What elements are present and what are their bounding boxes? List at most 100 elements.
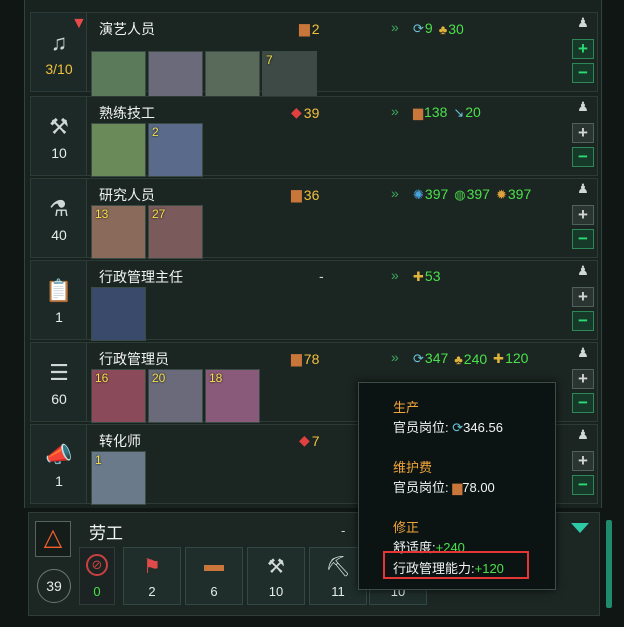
stratum-warning-icon[interactable]: △ bbox=[35, 521, 71, 557]
job-count: 40 bbox=[51, 227, 67, 243]
produces-arrow-icon: » bbox=[391, 185, 399, 201]
unity-icon: ⟳ bbox=[413, 351, 424, 366]
job-upkeep: - bbox=[319, 268, 324, 284]
amenity-icon: ♣ bbox=[438, 21, 448, 37]
highlight-box bbox=[383, 551, 529, 579]
music-icon: ♫ bbox=[50, 30, 68, 55]
job-row-researcher: ⚗ 40 研究人员 ▆ 36 » ✺397 ◍397 ✹397 13 27 ♟ … bbox=[30, 178, 598, 261]
job-upkeep: ▆ 36 bbox=[291, 186, 320, 203]
admin-capacity-icon: ✚ bbox=[413, 269, 424, 284]
pop-portrait[interactable]: 27 bbox=[148, 205, 203, 259]
pop-icon: ♟ bbox=[577, 15, 589, 30]
trade-icon: ↘ bbox=[453, 105, 465, 120]
scrollbar[interactable] bbox=[606, 520, 612, 608]
job-upkeep: ◆ 39 bbox=[291, 104, 320, 121]
pop-portrait[interactable]: 1 bbox=[91, 451, 146, 505]
add-job-button[interactable]: + bbox=[572, 205, 594, 225]
microscope-icon: ⚗ bbox=[49, 196, 69, 221]
admin-capacity-icon: ✚ bbox=[493, 351, 505, 366]
flag-icon: ⚑ bbox=[143, 556, 161, 578]
pop-portraits: 2 bbox=[91, 123, 203, 179]
consumer-goods-icon: ▆ bbox=[413, 105, 423, 120]
unemployed-slot[interactable]: ⊘ 0 bbox=[79, 547, 115, 605]
job-tooltip: 生产 官员岗位: ⟳346.56 维护费 官员岗位: ▆78.00 修正 舒适度… bbox=[358, 382, 556, 590]
job-upkeep: ▆ 2 bbox=[299, 20, 320, 37]
job-slot[interactable]: ⚒ 10 bbox=[247, 547, 305, 605]
produces-arrow-icon: » bbox=[391, 349, 399, 365]
pop-icon: ♟ bbox=[577, 263, 589, 278]
arrow-down-alert-icon: ▼ bbox=[71, 15, 87, 32]
add-job-button[interactable]: + bbox=[572, 287, 594, 307]
job-upkeep: ▆ 78 bbox=[291, 350, 320, 367]
job-outputs: ▆138 ↘20 bbox=[413, 104, 481, 120]
add-job-button[interactable]: + bbox=[572, 451, 594, 471]
pop-icon: ♟ bbox=[577, 181, 589, 196]
pop-portrait[interactable]: 16 bbox=[91, 369, 146, 423]
job-slot[interactable]: ⚑ 2 bbox=[123, 547, 181, 605]
clipboard-icon: 📋 bbox=[45, 278, 73, 303]
paper-stack-icon: ☰ bbox=[49, 360, 69, 385]
pop-count-badge: 39 bbox=[37, 569, 71, 603]
minerals-icon: ◆ bbox=[299, 432, 310, 448]
job-title: 行政管理员 bbox=[99, 351, 169, 367]
tooltip-production-line: 官员岗位: ⟳346.56 bbox=[393, 420, 503, 435]
remove-job-button[interactable]: − bbox=[572, 63, 594, 83]
minerals-icon: ◆ bbox=[291, 104, 302, 120]
remove-job-button[interactable]: − bbox=[572, 311, 594, 331]
unity-icon: ⟳ bbox=[452, 420, 464, 435]
pop-portraits: 1 bbox=[91, 451, 146, 507]
anvil-icon: ⚒ bbox=[49, 114, 69, 139]
pop-portrait[interactable] bbox=[91, 287, 146, 341]
remove-job-button[interactable]: − bbox=[572, 147, 594, 167]
desk-icon: ▬ bbox=[204, 554, 224, 576]
job-outputs: ✚53 bbox=[413, 268, 441, 284]
pop-portrait[interactable]: 13 bbox=[91, 205, 146, 259]
job-title: 熟练技工 bbox=[99, 105, 155, 121]
physics-icon: ✺ bbox=[413, 187, 424, 202]
pop-portraits: 16 20 18 bbox=[91, 369, 260, 425]
unemployed-icon: ⊘ bbox=[86, 554, 108, 576]
job-count: 1 bbox=[55, 309, 63, 325]
job-title: 行政管理主任 bbox=[99, 269, 183, 285]
consumer-goods-icon: ▆ bbox=[452, 480, 463, 495]
job-outputs: ⟳9 ♣30 bbox=[413, 20, 464, 37]
pop-portrait[interactable]: 2 bbox=[148, 123, 203, 177]
job-row-chief-administrator: 📋 1 行政管理主任 - » ✚53 ♟ + − bbox=[30, 260, 598, 343]
amenity-icon: ♣ bbox=[454, 351, 463, 367]
pop-portraits: 13 27 bbox=[91, 205, 203, 261]
remove-job-button[interactable]: − bbox=[572, 393, 594, 413]
job-row-artisan: ⚒ 10 熟练技工 ◆ 39 » ▆138 ↘20 2 ♟ + − bbox=[30, 96, 598, 179]
job-outputs: ✺397 ◍397 ✹397 bbox=[413, 186, 532, 202]
job-count: 60 bbox=[51, 391, 67, 407]
pop-portrait[interactable]: 20 bbox=[148, 369, 203, 423]
produces-arrow-icon: » bbox=[391, 267, 399, 283]
remove-job-button[interactable]: − bbox=[572, 229, 594, 249]
tooltip-modifier-header: 修正 bbox=[393, 520, 420, 535]
consumer-goods-icon: ▆ bbox=[291, 186, 302, 202]
stratum-name: 劳工 bbox=[89, 524, 123, 543]
job-title: 研究人员 bbox=[99, 187, 155, 203]
tools-icon: ⚒ bbox=[267, 556, 285, 578]
add-job-button[interactable]: + bbox=[572, 39, 594, 59]
job-row-entertainer: ♫ 3/10 ▼ 演艺人员 ▆ 2 » ⟳9 ♣30 7 ♟ + − bbox=[30, 12, 598, 105]
job-title: 转化师 bbox=[99, 433, 141, 449]
produces-arrow-icon: » bbox=[391, 19, 399, 35]
produces-arrow-icon: » bbox=[391, 103, 399, 119]
collapse-chevron-icon[interactable] bbox=[571, 523, 589, 533]
job-count: 10 bbox=[51, 145, 67, 161]
pop-portrait[interactable] bbox=[91, 123, 146, 177]
tooltip-upkeep-line: 官员岗位: ▆78.00 bbox=[393, 480, 495, 495]
job-slot[interactable]: ▬ 6 bbox=[185, 547, 243, 605]
megaphone-icon: 📣 bbox=[45, 442, 73, 467]
job-title: 演艺人员 bbox=[99, 21, 155, 37]
pop-portrait[interactable]: 18 bbox=[205, 369, 260, 423]
job-upkeep: ◆ 7 bbox=[299, 432, 320, 449]
job-outputs: ⟳347 ♣240 ✚120 bbox=[413, 350, 529, 367]
job-count: 1 bbox=[55, 473, 63, 489]
pop-portraits bbox=[91, 287, 146, 343]
unity-icon: ⟳ bbox=[413, 21, 424, 36]
engineering-icon: ✹ bbox=[495, 187, 507, 202]
add-job-button[interactable]: + bbox=[572, 369, 594, 389]
add-job-button[interactable]: + bbox=[572, 123, 594, 143]
remove-job-button[interactable]: − bbox=[572, 475, 594, 495]
